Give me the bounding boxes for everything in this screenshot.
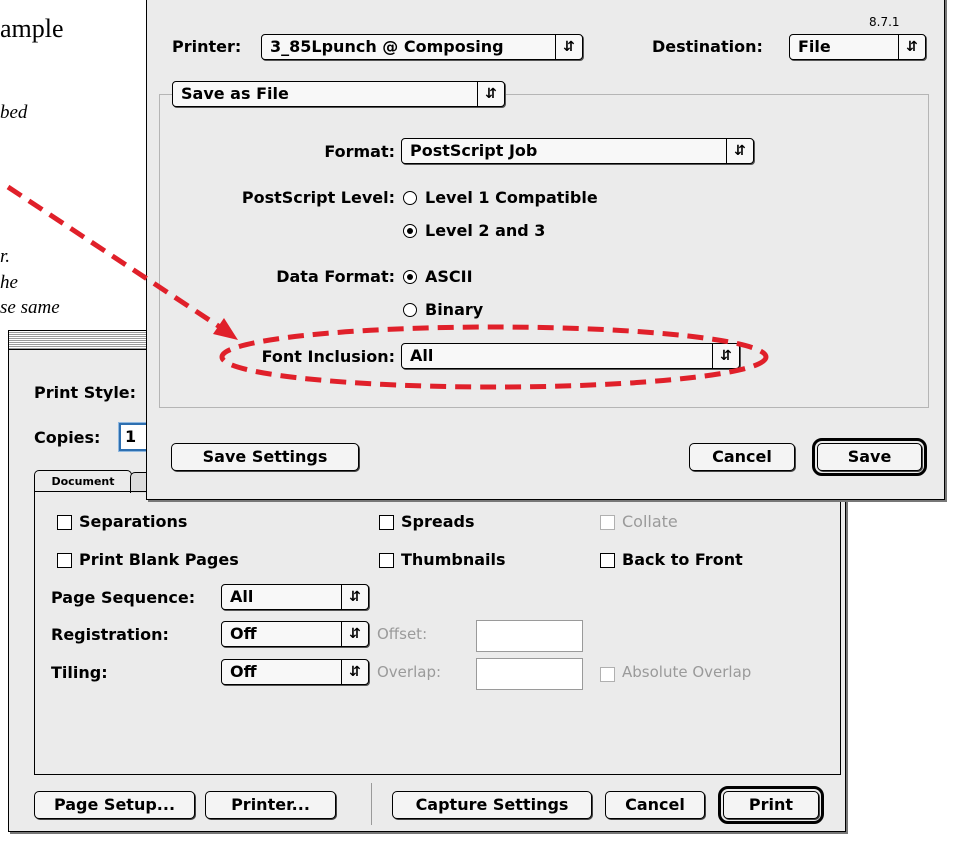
- capture-settings-button[interactable]: Capture Settings: [392, 791, 592, 819]
- updown-arrows-icon: ⇵: [341, 622, 368, 646]
- copies-label: Copies:: [34, 428, 101, 447]
- binary-radio[interactable]: [403, 303, 417, 317]
- button-divider: [371, 783, 372, 825]
- format-popup[interactable]: PostScript Job ⇵: [401, 138, 754, 164]
- tiling-label: Tiling:: [51, 663, 108, 682]
- absolute-overlap-label: Absolute Overlap: [622, 663, 752, 681]
- format-value: PostScript Job: [410, 141, 538, 160]
- version-label: 8.7.1: [869, 15, 900, 29]
- font-inclusion-label: Font Inclusion:: [261, 347, 395, 366]
- spreads-label: Spreads: [401, 512, 475, 531]
- data-format-label: Data Format:: [276, 267, 395, 286]
- thumbnails-label: Thumbnails: [401, 550, 506, 569]
- page-setup-button[interactable]: Page Setup...: [34, 791, 195, 819]
- postscript-level-label: PostScript Level:: [241, 188, 395, 207]
- tiling-popup[interactable]: Off ⇵: [221, 659, 369, 685]
- updown-arrows-icon: ⇵: [898, 35, 925, 59]
- offset-label: Offset:: [377, 625, 428, 643]
- separations-checkbox[interactable]: [57, 515, 72, 530]
- background-text-line: bed: [0, 102, 28, 123]
- updown-arrows-icon: ⇵: [341, 660, 368, 684]
- collate-label: Collate: [622, 512, 678, 531]
- level2-radio[interactable]: [403, 224, 417, 238]
- font-inclusion-value: All: [410, 346, 434, 365]
- printer-popup[interactable]: 3_85Lpunch @ Composing ⇵: [261, 34, 583, 60]
- background-text-line: r.: [0, 246, 11, 267]
- updown-arrows-icon: ⇵: [341, 585, 368, 609]
- back-to-front-label: Back to Front: [622, 550, 743, 569]
- print-button[interactable]: Print: [718, 786, 824, 824]
- updown-arrows-icon: ⇵: [477, 82, 504, 106]
- level1-radio[interactable]: [403, 191, 417, 205]
- absolute-overlap-checkbox[interactable]: [600, 667, 615, 682]
- printer-label: Printer:: [172, 37, 242, 56]
- updown-arrows-icon: ⇵: [555, 35, 582, 59]
- cancel-button[interactable]: Cancel: [605, 791, 705, 819]
- page-sequence-value: All: [230, 587, 254, 606]
- collate-checkbox[interactable]: [600, 515, 615, 530]
- background-text-line: he: [0, 272, 18, 293]
- back-to-front-checkbox[interactable]: [600, 553, 615, 568]
- font-inclusion-popup[interactable]: All ⇵: [401, 343, 740, 369]
- print-style-label: Print Style:: [34, 383, 137, 402]
- level2-label: Level 2 and 3: [425, 221, 546, 240]
- format-label: Format:: [324, 142, 395, 161]
- printer-dialog: 8.7.1 Printer: 3_85Lpunch @ Composing ⇵ …: [146, 0, 945, 500]
- panel-popup[interactable]: Save as File ⇵: [172, 81, 505, 107]
- print-blank-pages-label: Print Blank Pages: [79, 550, 239, 569]
- separations-label: Separations: [79, 512, 188, 531]
- registration-value: Off: [230, 624, 257, 643]
- printer-value: 3_85Lpunch @ Composing: [270, 37, 504, 56]
- panel-value: Save as File: [181, 84, 289, 103]
- offset-field[interactable]: [476, 620, 583, 652]
- destination-popup[interactable]: File ⇵: [789, 34, 926, 60]
- save-button[interactable]: Save: [812, 438, 927, 476]
- spreads-checkbox[interactable]: [379, 515, 394, 530]
- overlap-field[interactable]: [476, 658, 583, 690]
- updown-arrows-icon: ⇵: [712, 344, 739, 368]
- binary-label: Binary: [425, 300, 484, 319]
- ascii-radio[interactable]: [403, 270, 417, 284]
- tiling-value: Off: [230, 662, 257, 681]
- page-sequence-popup[interactable]: All ⇵: [221, 584, 369, 610]
- background-heading-fragment: ample: [0, 14, 64, 43]
- page-sequence-label: Page Sequence:: [51, 588, 196, 607]
- level1-label: Level 1 Compatible: [425, 188, 598, 207]
- overlap-label: Overlap:: [377, 663, 442, 681]
- printer-button[interactable]: Printer...: [205, 791, 336, 819]
- registration-label: Registration:: [51, 625, 169, 644]
- thumbnails-checkbox[interactable]: [379, 553, 394, 568]
- destination-value: File: [798, 37, 831, 56]
- save-settings-button[interactable]: Save Settings: [171, 443, 359, 471]
- print-blank-pages-checkbox[interactable]: [57, 553, 72, 568]
- background-text-line: se same: [0, 297, 60, 318]
- ascii-label: ASCII: [425, 267, 473, 286]
- updown-arrows-icon: ⇵: [726, 139, 753, 163]
- tab-document[interactable]: Document: [34, 470, 132, 493]
- cancel-button[interactable]: Cancel: [689, 443, 795, 471]
- destination-label: Destination:: [652, 37, 763, 56]
- registration-popup[interactable]: Off ⇵: [221, 621, 369, 647]
